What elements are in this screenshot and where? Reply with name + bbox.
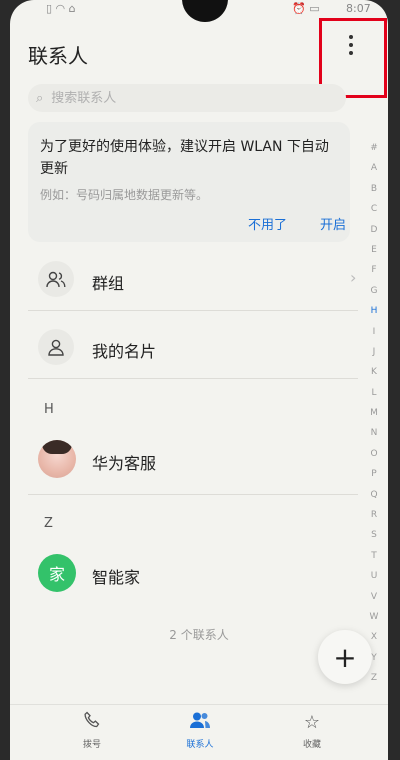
- alphabet-letter[interactable]: B: [371, 179, 377, 199]
- alphabet-letter[interactable]: A: [371, 158, 377, 178]
- alphabet-letter[interactable]: M: [370, 403, 378, 423]
- alphabet-letter[interactable]: L: [371, 383, 376, 403]
- alphabet-index[interactable]: # A B C D E F G H I J K L M N O P Q R S T U V W X Y Z: [366, 138, 382, 689]
- alphabet-letter[interactable]: F: [371, 260, 376, 280]
- group-icon: [38, 261, 74, 297]
- tab-dialer-label: 拨号: [82, 740, 101, 750]
- tab-dialer[interactable]: 拨号: [52, 711, 132, 750]
- alphabet-letter[interactable]: W: [370, 607, 379, 627]
- search-icon: ⌕: [36, 90, 44, 106]
- alphabet-letter[interactable]: N: [371, 423, 378, 443]
- contact-name: 智能家: [92, 568, 141, 587]
- section-header-z: Z: [44, 516, 53, 531]
- skip-button[interactable]: 不用了: [248, 214, 287, 233]
- contact-photo-avatar: [38, 440, 76, 478]
- camera-notch: [182, 0, 228, 22]
- contacts-icon: [160, 711, 240, 735]
- groups-item[interactable]: 群组 ›: [28, 252, 358, 308]
- star-icon: ☆: [303, 712, 321, 733]
- my-card-label: 我的名片: [92, 342, 157, 361]
- status-icons-right: ⏰ ▭: [292, 2, 320, 15]
- divider: [28, 378, 358, 379]
- chevron-right-icon: ›: [350, 268, 357, 287]
- alphabet-letter[interactable]: Y: [371, 648, 377, 668]
- alphabet-letter[interactable]: X: [371, 627, 377, 647]
- alphabet-letter[interactable]: P: [371, 464, 376, 484]
- alphabet-letter[interactable]: Z: [371, 668, 377, 688]
- alphabet-letter[interactable]: Q: [370, 485, 377, 505]
- status-time: 8:07: [346, 2, 371, 15]
- alphabet-letter[interactable]: V: [371, 587, 377, 607]
- contact-letter-avatar: 家: [38, 554, 76, 592]
- alphabet-letter[interactable]: C: [371, 199, 377, 219]
- tab-contacts[interactable]: 联系人: [160, 711, 240, 750]
- divider: [28, 310, 358, 311]
- contact-item[interactable]: 华为客服: [28, 432, 358, 488]
- add-contact-button[interactable]: +: [318, 630, 372, 684]
- status-icons-left: ▯ ◠ ⌂: [46, 2, 76, 15]
- alphabet-letter[interactable]: R: [371, 505, 377, 525]
- alphabet-letter[interactable]: #: [370, 138, 378, 158]
- alphabet-letter[interactable]: E: [371, 240, 377, 260]
- tab-favorites[interactable]: ☆ 收藏: [272, 711, 352, 750]
- contacts-screen: ▯ ◠ ⌂ ⏰ ▭ 8:07 联系人 ⌕ 为了更好的使用体验，建议开启 WLAN…: [10, 0, 388, 760]
- page-title: 联系人: [28, 44, 88, 68]
- alphabet-letter[interactable]: S: [371, 525, 377, 545]
- tab-favorites-label: 收藏: [302, 740, 321, 750]
- alphabet-letter[interactable]: K: [371, 362, 377, 382]
- alphabet-letter[interactable]: H: [371, 301, 378, 321]
- person-icon: [38, 329, 74, 365]
- wlan-update-banner: 为了更好的使用体验，建议开启 WLAN 下自动更新 例如：号码归属地数据更新等。…: [28, 122, 350, 242]
- plus-icon: +: [333, 640, 357, 674]
- search-bar[interactable]: ⌕: [28, 84, 346, 112]
- alphabet-letter[interactable]: U: [371, 566, 378, 586]
- my-card-item[interactable]: 我的名片: [28, 320, 358, 376]
- bottom-navigation: 拨号 联系人 ☆ 收藏: [10, 704, 388, 760]
- phone-icon: [52, 711, 132, 735]
- tab-contacts-label: 联系人: [186, 740, 214, 750]
- alphabet-letter[interactable]: J: [373, 342, 376, 362]
- banner-message: 为了更好的使用体验，建议开启 WLAN 下自动更新: [40, 139, 329, 177]
- contact-item[interactable]: 家 智能家: [28, 546, 358, 602]
- enable-button[interactable]: 开启: [320, 214, 346, 233]
- search-input[interactable]: [49, 89, 314, 107]
- groups-label: 群组: [92, 274, 125, 293]
- alphabet-letter[interactable]: I: [373, 322, 376, 342]
- contact-name: 华为客服: [92, 454, 157, 473]
- alphabet-letter[interactable]: O: [370, 444, 377, 464]
- divider: [28, 494, 358, 495]
- alphabet-letter[interactable]: G: [371, 281, 378, 301]
- section-header-h: H: [44, 402, 54, 417]
- alphabet-letter[interactable]: D: [371, 220, 378, 240]
- alphabet-letter[interactable]: T: [371, 546, 377, 566]
- banner-subtext: 例如：号码归属地数据更新等。: [40, 188, 209, 202]
